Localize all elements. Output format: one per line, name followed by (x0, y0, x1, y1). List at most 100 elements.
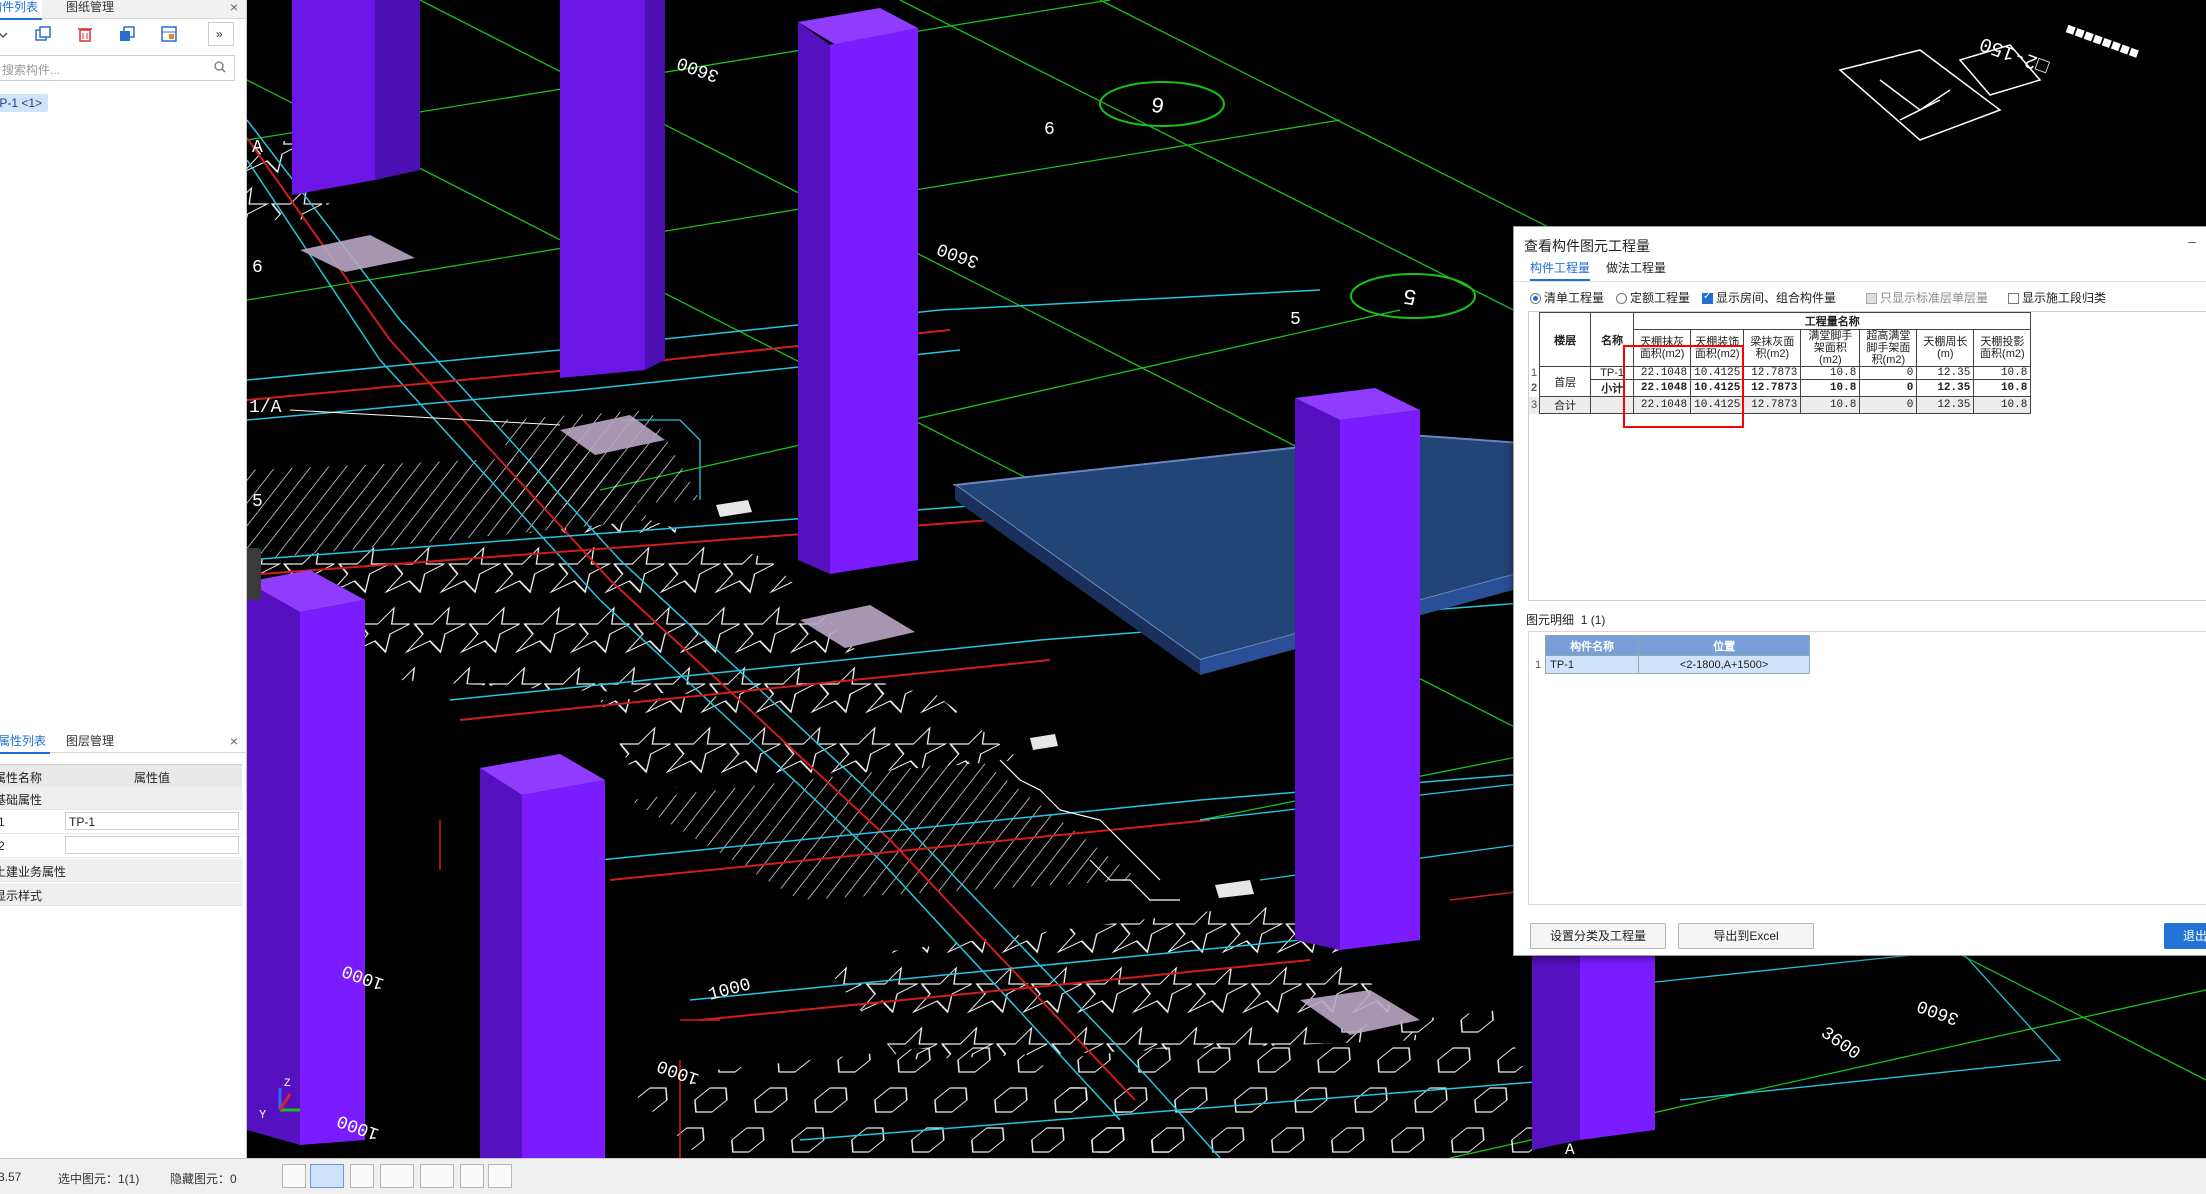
expand-icon[interactable] (522, 1164, 546, 1188)
svg-text:Y: Y (259, 1108, 266, 1122)
highlight-box (1623, 345, 1744, 428)
header-quantity-column: 天棚周长(m) (1916, 329, 1975, 367)
header-quantity-column: 梁抹灰面积(m2) (1743, 329, 1802, 367)
cell-value: 12.35 (1916, 379, 1975, 397)
header-property-name: 属性名称 (0, 771, 43, 785)
panel-collapse-handle[interactable] (247, 548, 261, 600)
search-input[interactable]: 搜索构件... (0, 55, 235, 81)
more-icon[interactable]: » (208, 22, 234, 46)
grid-bubble-6: 6 (1149, 90, 1166, 117)
cell-value: 0 (1859, 396, 1918, 414)
search-placeholder: 搜索构件... (2, 63, 61, 77)
exit-button[interactable]: 退出 (2164, 923, 2206, 949)
radio-option[interactable]: 清单工程量 (1530, 289, 1604, 306)
arc-icon[interactable] (488, 1164, 512, 1188)
checkbox-option[interactable]: 显示房间、组合构件量 (1702, 289, 1836, 306)
header-floor: 楼层 (1539, 312, 1592, 367)
ortho-icon[interactable] (282, 1164, 306, 1188)
tab-property-list[interactable]: 属性列表 (0, 730, 51, 754)
detail-row[interactable]: 1 TP-1 <2-1800,A+1500> (1531, 655, 1811, 674)
cell-value: 12.7873 (1743, 379, 1802, 397)
left-panel: 构件列表 图纸管理 × » 搜索构件... TP-1 <1> 属性列表 图层管理… (0, 0, 247, 1158)
floor-plan-inset: □2-150 ■■■■■■■■ (1838, 19, 2142, 141)
cross-select-icon[interactable] (350, 1164, 374, 1188)
cell-value: 10.8 (1800, 396, 1861, 414)
property-panel-icon[interactable] (156, 22, 182, 46)
axis-label-a-bottom: A (1565, 1141, 1575, 1158)
angle-snap-icon[interactable] (380, 1164, 414, 1188)
offset-icon[interactable] (420, 1164, 454, 1188)
column (247, 570, 365, 1145)
layer-icon[interactable] (460, 1164, 484, 1188)
column (1295, 388, 1420, 950)
layer-copy-icon[interactable] (114, 22, 140, 46)
tab-layer-manager[interactable]: 图层管理 (62, 730, 118, 752)
property-group[interactable]: 显示样式 (0, 883, 242, 906)
property-group[interactable]: 土建业务属性 (0, 859, 242, 882)
status-hidden: 隐藏图元：0 (170, 1172, 237, 1186)
dim-label: 3600 (1915, 995, 1962, 1029)
property-group[interactable]: 基础属性 (0, 787, 242, 810)
property-name: 2 (0, 839, 5, 853)
set-class-quantity-button[interactable]: 设置分类及工程量 (1530, 923, 1666, 949)
minimize-icon[interactable]: – (2188, 233, 2196, 249)
detail-table: 构件名称 位置 1 TP-1 <2-1800,A+1500> (1531, 635, 1811, 674)
axis-label-5: 5 (252, 492, 263, 512)
property-name: 基础属性 (0, 793, 43, 807)
header-group: 工程量名称 (1633, 312, 2032, 330)
svg-text:»: » (216, 27, 223, 41)
status-coord: 3.57 (0, 1170, 22, 1184)
checkbox-option[interactable]: 显示施工段归类 (2008, 289, 2106, 306)
column (560, 0, 665, 378)
cell-value: 0 (1859, 366, 1918, 380)
tree-item-selected[interactable]: TP-1 <1> (0, 94, 49, 112)
property-name: 土建业务属性 (0, 865, 67, 879)
close-icon[interactable]: × (230, 730, 238, 752)
cell-value: 10.8 (1973, 396, 2032, 414)
cell-value: 12.35 (1916, 366, 1975, 380)
cell-value: 10.8 (1973, 366, 2032, 380)
column (480, 754, 605, 1158)
options-row: 清单工程量定额工程量显示房间、组合构件量 只显示标准层单层量 显示施工段归类 (1530, 289, 2206, 307)
component-toolbar: » (0, 16, 246, 50)
table-row[interactable]: 1 首层 TP-1 22.1048 10.4125 12.7873 10.8 0 12.35 10… (1529, 366, 2032, 397)
radio-option[interactable]: 定额工程量 (1616, 289, 1690, 306)
export-excel-button[interactable]: 导出到Excel (1678, 923, 1814, 949)
status-selected: 选中图元：1(1) (58, 1172, 140, 1186)
property-value-field[interactable]: TP-1 (65, 812, 239, 830)
property-name: 1 (0, 815, 5, 829)
column (798, 8, 918, 574)
table-row[interactable]: 2 小计 22.1048 10.4125 12.7873 10.8 0 12.35 10.8 (1529, 379, 2032, 397)
cell-value: 10.8 (1800, 379, 1861, 397)
dropdown-arrow-icon[interactable] (0, 22, 16, 46)
cell-component-name: TP-1 (1545, 655, 1640, 674)
svg-text:■■■■■■■■: ■■■■■■■■ (2063, 19, 2141, 62)
header-quantity-column: 超高满堂脚手架面积(m2) (1859, 329, 1918, 367)
tab-component-quantity[interactable]: 构件工程量 (1530, 257, 1591, 281)
copy-icon[interactable] (30, 22, 56, 46)
detail-label: 图元明细 1 (1) (1526, 613, 1606, 627)
detail-table-area: 构件名称 位置 1 TP-1 <2-1800,A+1500> (1528, 631, 2206, 905)
grid-bubble-5: 5 (1401, 282, 1418, 309)
header-quantity-column: 满堂脚手架面积(m2) (1800, 329, 1861, 367)
dim-label: 3600 (675, 52, 722, 86)
cell-value: 12.7873 (1743, 366, 1802, 380)
property-header: 属性名称 属性值 (0, 764, 242, 788)
delete-icon[interactable] (72, 22, 98, 46)
property-value-field[interactable] (65, 836, 239, 854)
axis-label-a: A (252, 138, 263, 158)
search-icon[interactable] (214, 61, 226, 73)
axis-label-6: 6 (252, 258, 263, 278)
axis-label-1a: 1/A (249, 398, 282, 418)
cell-floor: 首层 (1539, 366, 1592, 397)
axis-label-5-top: 5 (1290, 310, 1301, 330)
property-name: 显示样式 (0, 889, 43, 903)
quantity-dialog: 查看构件图元工程量 – 构件工程量 做法工程量 清单工程量定额工程量显示房间、组… (1513, 226, 2206, 956)
column (292, 0, 420, 195)
cell-value: 10.8 (1800, 366, 1861, 380)
tab-method-quantity[interactable]: 做法工程量 (1606, 257, 1666, 279)
cell-position: <2-1800,A+1500> (1638, 655, 1811, 674)
table-row[interactable]: 3 合计 22.1048 10.4125 12.7873 10.8 0 12.35 10.8 (1529, 396, 2032, 414)
dim-label: 3600 (1817, 1024, 1864, 1065)
select-mode-icon[interactable] (310, 1164, 344, 1188)
